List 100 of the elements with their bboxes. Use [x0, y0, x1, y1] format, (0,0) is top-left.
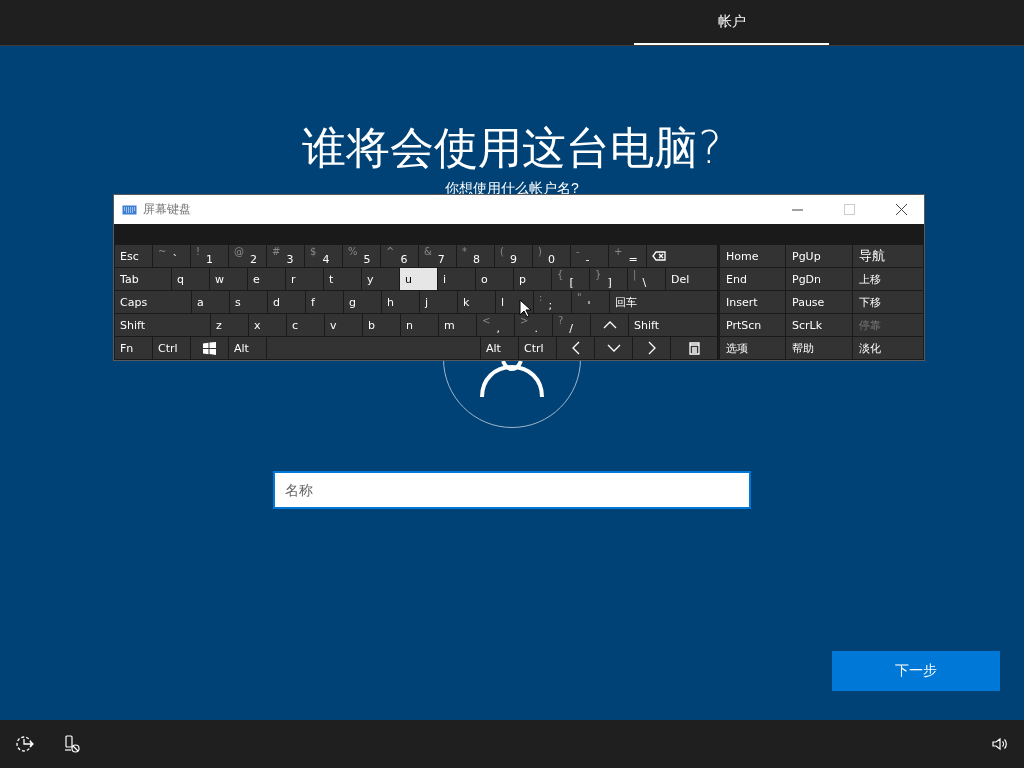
keyboard-key[interactable]: Home: [720, 245, 785, 267]
backspace-key[interactable]: [647, 245, 717, 267]
minimize-icon: [791, 208, 803, 211]
keyboard-key[interactable]: { [: [552, 268, 589, 290]
menu-key[interactable]: [671, 337, 717, 359]
chevron-left-icon: [571, 341, 580, 355]
keyboard-key[interactable]: ( 9: [495, 245, 532, 267]
arrow-key[interactable]: [557, 337, 594, 359]
keyboard-key[interactable]: f: [306, 291, 343, 313]
keyboard-key[interactable]: m: [439, 314, 476, 336]
keyboard-key[interactable]: 帮助: [786, 337, 852, 359]
keyboard-key[interactable]: PgDn: [786, 268, 852, 290]
keyboard-key[interactable]: ) 0: [533, 245, 570, 267]
keyboard-key[interactable]: # 3: [267, 245, 304, 267]
close-icon: [895, 204, 907, 215]
keyboard-key[interactable]: Tab: [115, 268, 171, 290]
keyboard-key[interactable]: Ctrl: [519, 337, 556, 359]
keyboard-key[interactable]: b: [363, 314, 400, 336]
keyboard-key[interactable]: ^ 6: [381, 245, 418, 267]
keyboard-key[interactable]: Insert: [720, 291, 785, 313]
keyboard-key[interactable]: w: [210, 268, 247, 290]
keyboard-key[interactable]: Ctrl: [153, 337, 190, 359]
keyboard-key[interactable]: : ;: [534, 291, 571, 313]
keyboard-key[interactable]: Alt: [229, 337, 266, 359]
page-heading: 谁将会使用这台电脑?: [302, 121, 722, 175]
keyboard-key[interactable]: } ]: [590, 268, 627, 290]
keyboard-key[interactable]: ScrLk: [786, 314, 852, 336]
keyboard-key[interactable]: 上移: [853, 268, 923, 290]
keyboard-key[interactable]: d: [268, 291, 305, 313]
keyboard-key[interactable]: & 7: [419, 245, 456, 267]
keyboard-key[interactable]: a: [192, 291, 229, 313]
keyboard-key[interactable]: Pause: [786, 291, 852, 313]
keyboard-key[interactable]: Alt: [481, 337, 518, 359]
keyboard-key[interactable]: o: [476, 268, 513, 290]
arrow-key[interactable]: [595, 337, 632, 359]
keyboard-key[interactable]: 下移: [853, 291, 923, 313]
menu-icon: [688, 341, 700, 355]
keyboard-key[interactable]: ! 1: [191, 245, 228, 267]
keyboard-key[interactable]: k: [458, 291, 495, 313]
keyboard-key[interactable]: PgUp: [786, 245, 852, 267]
keyboard-key[interactable]: ~ `: [153, 245, 190, 267]
arrow-key[interactable]: [633, 337, 670, 359]
keyboard-key[interactable]: y: [362, 268, 399, 290]
keyboard-key[interactable]: @ 2: [229, 245, 266, 267]
person-icon: [479, 359, 545, 399]
keyboard-key[interactable]: % 5: [343, 245, 380, 267]
keyboard-key[interactable]: Caps: [115, 291, 191, 313]
mouse-cursor-icon: [519, 299, 531, 318]
keyboard-key[interactable]: z: [211, 314, 248, 336]
keyboard-key[interactable]: 淡化: [853, 337, 923, 359]
keyboard-key[interactable]: j: [420, 291, 457, 313]
keyboard-key[interactable]: * 8: [457, 245, 494, 267]
keyboard-key[interactable]: t: [324, 268, 361, 290]
keyboard-key[interactable]: i: [438, 268, 475, 290]
keyboard-key[interactable]: u: [400, 268, 437, 290]
keyboard-key[interactable]: Shift: [115, 314, 210, 336]
keyboard-key[interactable]: > .: [515, 314, 552, 336]
keyboard-key[interactable]: $ 4: [305, 245, 342, 267]
keyboard-key[interactable]: Fn: [115, 337, 152, 359]
keyboard-key[interactable]: Esc: [115, 245, 152, 267]
keyboard-key[interactable]: ? /: [553, 314, 590, 336]
keyboard-key[interactable]: v: [325, 314, 362, 336]
chevron-up-icon: [602, 321, 617, 329]
arrow-key[interactable]: [591, 314, 628, 336]
keyboard-key[interactable]: e: [248, 268, 285, 290]
keyboard-key[interactable]: Del: [666, 268, 717, 290]
chevron-right-icon: [647, 341, 656, 355]
keyboard-key[interactable]: c: [287, 314, 324, 336]
tab[interactable]: 帐户: [634, 0, 829, 45]
next-button[interactable]: 下一步: [832, 651, 1000, 691]
keyboard-key[interactable]: g: [344, 291, 381, 313]
keyboard-key[interactable]: Shift: [629, 314, 717, 336]
keyboard-key[interactable]: q: [172, 268, 209, 290]
keyboard-key[interactable]: End: [720, 268, 785, 290]
phone-blocked-icon[interactable]: [64, 735, 80, 753]
maximize-icon: [843, 204, 855, 215]
windows-key[interactable]: [191, 337, 228, 359]
chevron-down-icon: [606, 344, 621, 352]
keyboard-key[interactable]: < ,: [477, 314, 514, 336]
keyboard-key[interactable]: 回车: [610, 291, 717, 313]
keyboard-key[interactable]: - -: [571, 245, 608, 267]
keyboard-key[interactable]: p: [514, 268, 551, 290]
keyboard-key[interactable]: r: [286, 268, 323, 290]
backspace-icon: [652, 251, 666, 261]
keyboard-key[interactable]: + =: [609, 245, 646, 267]
keyboard-key[interactable]: 导航: [853, 245, 923, 267]
keyboard-icon: [122, 204, 137, 215]
window-title: 屏幕键盘: [143, 201, 191, 218]
accessibility-icon[interactable]: [16, 735, 34, 753]
keyboard-key[interactable]: PrtScn: [720, 314, 785, 336]
keyboard-key[interactable]: 选项: [720, 337, 785, 359]
keyboard-key[interactable]: n: [401, 314, 438, 336]
keyboard-key[interactable]: " ': [572, 291, 609, 313]
windows-icon: [203, 341, 216, 355]
speaker-icon[interactable]: [992, 736, 1008, 752]
keyboard-key[interactable]: | \: [628, 268, 665, 290]
keyboard-key[interactable]: x: [249, 314, 286, 336]
keyboard-key[interactable]: s: [230, 291, 267, 313]
keyboard-key[interactable]: h: [382, 291, 419, 313]
name-input-field[interactable]: 名称: [273, 471, 751, 509]
